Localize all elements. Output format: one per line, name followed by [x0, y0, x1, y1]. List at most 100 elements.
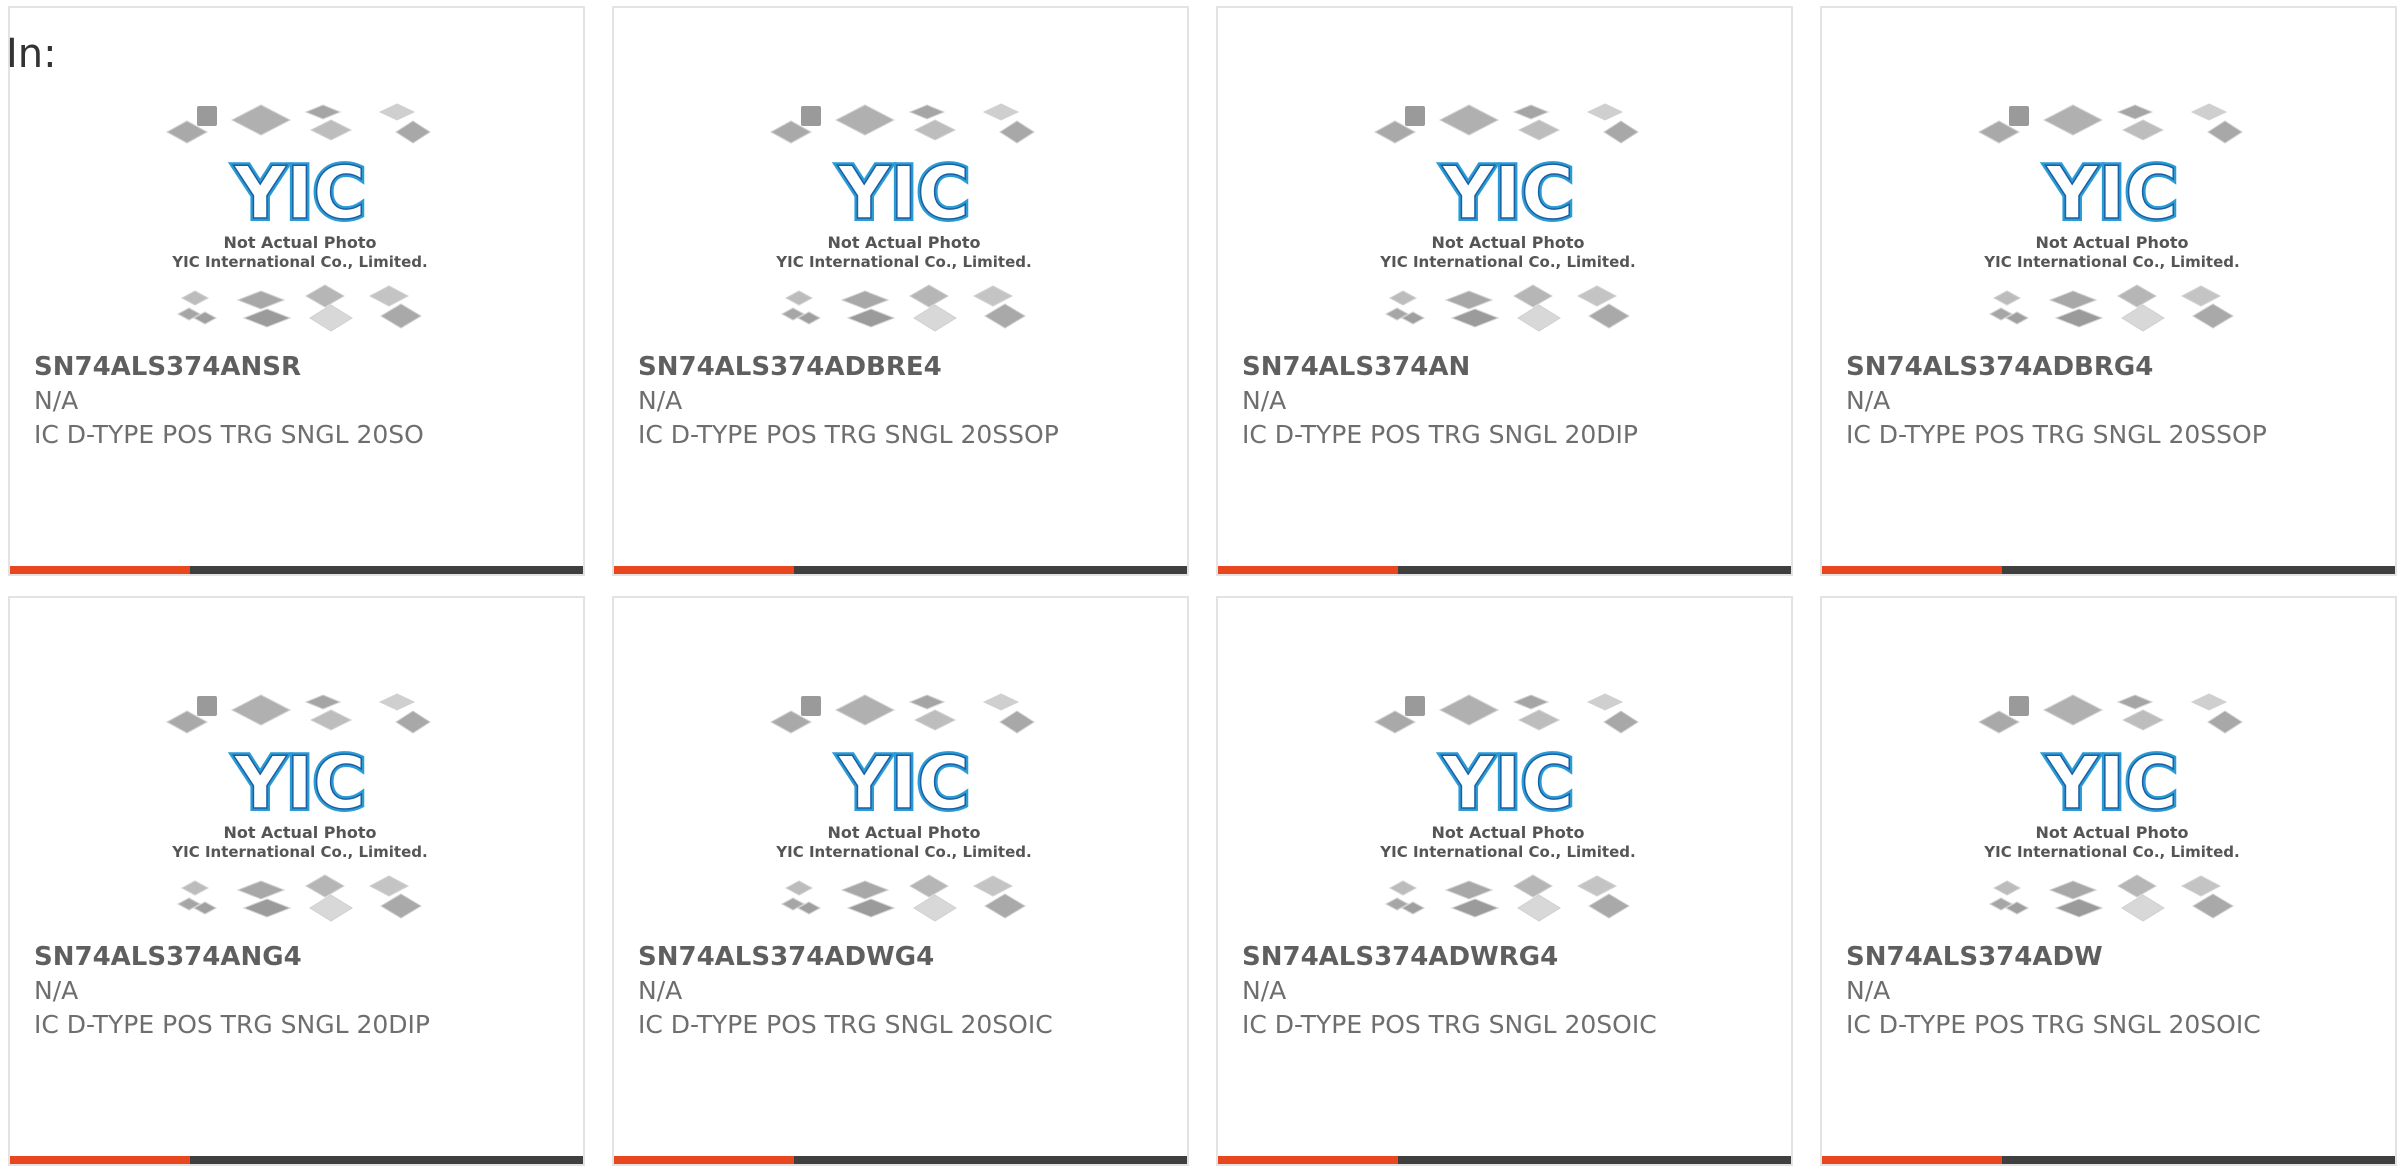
chip-icon: [309, 709, 353, 731]
chip-icon: [834, 694, 896, 726]
chip-icon: [2054, 898, 2104, 918]
chip-icon: [1517, 894, 1561, 922]
chip-icon: [1512, 104, 1550, 120]
yic-logo-outline: YIC: [1441, 741, 1574, 825]
chip-icon: [1513, 284, 1553, 308]
chip-icon: [304, 104, 342, 120]
product-info: SN74ALS374ADWG4 N/A IC D-TYPE POS TRG SN…: [638, 940, 1147, 1042]
chip-icon: [2190, 103, 2228, 121]
chip-icon: [1450, 308, 1500, 328]
part-number-link[interactable]: SN74ALS374ADW: [1846, 940, 2355, 974]
part-number-link[interactable]: SN74ALS374ADWG4: [638, 940, 1147, 974]
photo-caption-line2: YIC International Co., Limited.: [775, 253, 1031, 271]
product-card[interactable]: YIC YIC Not Actual Photo YIC International …: [8, 596, 585, 1166]
manufacturer-label: N/A: [1242, 976, 1287, 1005]
product-photo-placeholder: YICYICNot Actual PhotoYIC International …: [165, 693, 431, 922]
chip-icon: [999, 120, 1035, 144]
chip-icon: [2121, 894, 2165, 922]
card-accent-bar: [10, 1156, 191, 1164]
card-accent-bar: [1822, 1156, 2003, 1164]
chip-icon: [395, 120, 431, 144]
card-bottom-bar: [614, 566, 1187, 574]
chip-icon: [2121, 119, 2165, 141]
chip-icon: [801, 696, 821, 716]
chip-icon: [2207, 710, 2243, 734]
card-bottom-bar: [1218, 1156, 1791, 1164]
chip-icon: [380, 303, 422, 329]
part-number-link[interactable]: SN74ALS374ANG4: [34, 940, 543, 974]
photo-caption-line1: Not Actual Photo: [827, 823, 980, 842]
chip-icon: [305, 284, 345, 308]
chip-icon: [834, 104, 896, 136]
chip-icon: [1444, 880, 1494, 900]
chip-icon: [2121, 304, 2165, 332]
chip-icon: [236, 880, 286, 900]
product-photo-placeholder: YICYICNot Actual PhotoYIC International …: [165, 103, 431, 332]
card-accent-bar: [1218, 1156, 1399, 1164]
part-number-link[interactable]: SN74ALS374ADBRE4: [638, 350, 1147, 384]
product-card[interactable]: YIC YIC Not Actual Photo YIC International …: [1820, 6, 2397, 576]
photo-caption-line2: YIC International Co., Limited.: [1983, 253, 2239, 271]
chip-icon: [2116, 104, 2154, 120]
chip-icon: [1405, 696, 1425, 716]
product-card[interactable]: YIC YIC Not Actual Photo YIC International …: [612, 596, 1189, 1166]
photo-caption-line2: YIC International Co., Limited.: [1379, 843, 1635, 861]
chip-icon: [909, 874, 949, 898]
chip-icon: [999, 710, 1035, 734]
product-photo-placeholder: YICYICNot Actual PhotoYIC International …: [769, 103, 1035, 332]
product-card[interactable]: YIC YIC Not Actual Photo YIC International …: [1216, 6, 1793, 576]
chip-icon: [984, 303, 1026, 329]
chip-icon: [380, 893, 422, 919]
chip-icon: [230, 694, 292, 726]
chip-icon: [2042, 104, 2104, 136]
card-accent-bar: [1218, 566, 1399, 574]
chip-icon: [1513, 874, 1553, 898]
part-number-link[interactable]: SN74ALS374ADBRG4: [1846, 350, 2355, 384]
part-number-link[interactable]: SN74ALS374AN: [1242, 350, 1751, 384]
chip-icon: [913, 894, 957, 922]
manufacturer-label: N/A: [638, 976, 683, 1005]
chip-icon: [197, 696, 217, 716]
photo-caption-line2: YIC International Co., Limited.: [1379, 253, 1635, 271]
product-info: SN74ALS374ADW N/A IC D-TYPE POS TRG SNGL…: [1846, 940, 2355, 1042]
card-bottom-bar: [10, 1156, 583, 1164]
product-card[interactable]: YIC YIC Not Actual Photo YIC International …: [612, 6, 1189, 576]
product-card[interactable]: YIC YIC Not Actual Photo YIC International …: [1216, 596, 1793, 1166]
card-bottom-bar: [10, 566, 583, 574]
chip-icon: [305, 874, 345, 898]
part-number-link[interactable]: SN74ALS374ADWRG4: [1242, 940, 1751, 974]
product-photo-placeholder: YICYICNot Actual PhotoYIC International …: [1977, 693, 2243, 922]
chip-icon: [180, 880, 210, 896]
page-label: In:: [6, 31, 57, 77]
chip-icon: [2192, 893, 2234, 919]
chip-icon: [2180, 285, 2222, 307]
card-bottom-bar: [1218, 566, 1791, 574]
chip-icon: [913, 304, 957, 332]
product-description: IC D-TYPE POS TRG SNGL 20SO: [34, 420, 424, 449]
chip-icon: [1444, 290, 1494, 310]
product-description: IC D-TYPE POS TRG SNGL 20SSOP: [1846, 420, 2267, 449]
photo-caption-line1: Not Actual Photo: [827, 233, 980, 252]
photo-caption-line1: Not Actual Photo: [2035, 233, 2188, 252]
chip-icon: [1586, 103, 1624, 121]
chip-icon: [368, 875, 410, 897]
chip-icon: [972, 875, 1014, 897]
photo-caption-line1: Not Actual Photo: [223, 823, 376, 842]
product-card[interactable]: YIC YIC Not Actual Photo YIC International …: [1820, 596, 2397, 1166]
manufacturer-label: N/A: [1846, 976, 1891, 1005]
product-card[interactable]: YIC YIC Not Actual Photo YIC International …: [8, 6, 585, 576]
chip-icon: [1603, 710, 1639, 734]
product-photo-placeholder: YICYICNot Actual PhotoYIC International …: [1373, 693, 1639, 922]
product-photo-placeholder: YICYICNot Actual PhotoYIC International …: [1977, 103, 2243, 332]
chip-icon: [2009, 696, 2029, 716]
chip-icon: [395, 710, 431, 734]
yic-logo-outline: YIC: [837, 151, 970, 235]
chip-icon: [1517, 304, 1561, 332]
chip-icon: [230, 104, 292, 136]
chip-icon: [2116, 694, 2154, 710]
product-photo-placeholder: YICYICNot Actual PhotoYIC International …: [769, 693, 1035, 922]
chip-icon: [180, 290, 210, 306]
chip-icon: [242, 308, 292, 328]
chip-icon: [1405, 106, 1425, 126]
part-number-link[interactable]: SN74ALS374ANSR: [34, 350, 543, 384]
